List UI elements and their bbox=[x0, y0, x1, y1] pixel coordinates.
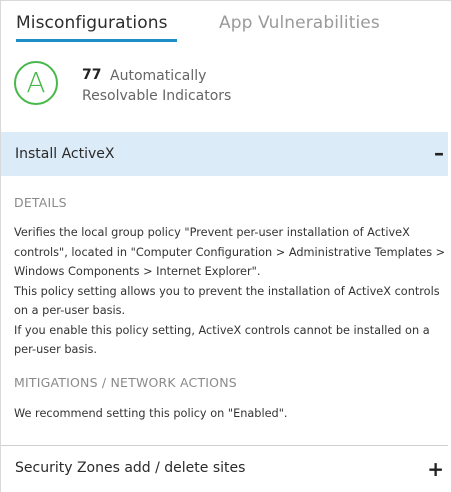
details-line: Windows Components > Internet Explorer". bbox=[14, 265, 261, 278]
grade-badge: A bbox=[14, 61, 58, 105]
collapse-icon[interactable]: – bbox=[434, 143, 444, 163]
details-line: per-user basis. bbox=[14, 343, 97, 356]
details-line: controls", located in "Computer Configur… bbox=[14, 245, 446, 259]
resolvable-label-line2: Resolvable Indicators bbox=[82, 88, 232, 104]
panel-frame: Misconfigurations App Vulnerabilities A … bbox=[0, 0, 451, 492]
details-line: on a per-user basis. bbox=[14, 304, 126, 317]
mitigations-heading: MITIGATIONS / NETWORK ACTIONS bbox=[14, 375, 237, 390]
tab-bar: Misconfigurations App Vulnerabilities bbox=[1, 1, 451, 43]
mitigation-text: We recommend setting this policy on "Ena… bbox=[14, 407, 288, 420]
accordion-title: Install ActiveX bbox=[15, 146, 115, 162]
details-heading: DETAILS bbox=[14, 195, 67, 210]
resolvable-count: 77 bbox=[82, 67, 102, 83]
accordion-header-security-zones[interactable]: Security Zones add / delete sites + bbox=[1, 445, 448, 489]
accordion-header-install-activex[interactable]: Install ActiveX – bbox=[1, 132, 448, 176]
resolvable-label-line1: Automatically bbox=[110, 68, 207, 84]
expand-icon[interactable]: + bbox=[427, 459, 444, 479]
details-text: Verifies the local group policy "Prevent… bbox=[14, 223, 445, 360]
active-tab-indicator bbox=[16, 39, 177, 42]
tab-app-vulnerabilities[interactable]: App Vulnerabilities bbox=[219, 13, 380, 33]
tab-misconfigurations[interactable]: Misconfigurations bbox=[16, 13, 168, 33]
accordion-title: Security Zones add / delete sites bbox=[15, 460, 246, 476]
details-line: This policy setting allows you to preven… bbox=[14, 284, 440, 298]
details-line: If you enable this policy setting, Activ… bbox=[14, 323, 430, 337]
details-line: Verifies the local group policy "Prevent… bbox=[14, 226, 410, 239]
